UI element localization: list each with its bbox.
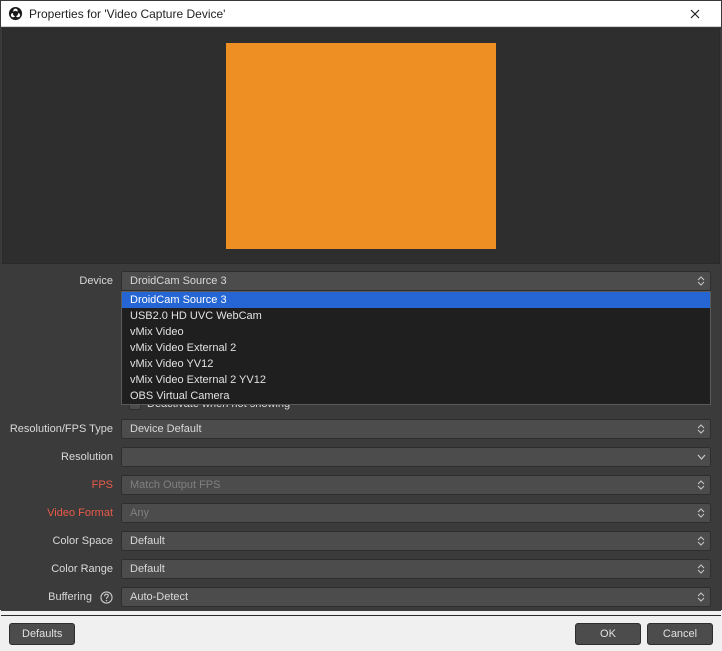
device-option[interactable]: DroidCam Source 3 <box>122 292 710 308</box>
stepper-icon <box>695 560 707 578</box>
stepper-icon <box>695 476 707 494</box>
fps-select[interactable]: Match Output FPS <box>121 475 711 495</box>
video-format-select[interactable]: Any <box>121 503 711 523</box>
defaults-button[interactable]: Defaults <box>9 623 75 645</box>
res-type-label: Resolution/FPS Type <box>9 423 121 435</box>
titlebar: Properties for 'Video Capture Device' <box>1 1 721 27</box>
device-label: Device <box>9 275 121 287</box>
fps-value: Match Output FPS <box>130 479 220 491</box>
buffering-select[interactable]: Auto-Detect <box>121 587 711 607</box>
res-type-select[interactable]: Device Default <box>121 419 711 439</box>
device-option[interactable]: vMix Video External 2 YV12 <box>122 372 710 388</box>
stepper-icon <box>695 504 707 522</box>
device-dropdown-list[interactable]: DroidCam Source 3 USB2.0 HD UVC WebCam v… <box>121 291 711 405</box>
button-bar: Defaults OK Cancel <box>1 615 721 651</box>
close-button[interactable] <box>675 2 715 26</box>
device-option[interactable]: USB2.0 HD UVC WebCam <box>122 308 710 324</box>
stepper-icon <box>695 420 707 438</box>
device-select[interactable]: DroidCam Source 3 <box>121 271 711 291</box>
stepper-icon <box>695 532 707 550</box>
stepper-icon <box>695 588 707 606</box>
buffering-value: Auto-Detect <box>130 591 188 603</box>
color-range-select[interactable]: Default <box>121 559 711 579</box>
device-option[interactable]: vMix Video YV12 <box>122 356 710 372</box>
video-preview <box>226 43 496 249</box>
device-option[interactable]: vMix Video External 2 <box>122 340 710 356</box>
device-select-value: DroidCam Source 3 <box>130 275 227 287</box>
resolution-select[interactable] <box>121 447 711 467</box>
resolution-label: Resolution <box>9 451 121 463</box>
chevron-down-icon <box>695 448 707 466</box>
ok-button[interactable]: OK <box>575 623 641 645</box>
buffering-label: Buffering <box>9 590 121 604</box>
preview-area <box>2 28 720 264</box>
color-range-label: Color Range <box>9 563 121 575</box>
res-type-value: Device Default <box>130 423 202 435</box>
cancel-button[interactable]: Cancel <box>647 623 713 645</box>
window-title: Properties for 'Video Capture Device' <box>29 7 675 21</box>
properties-panel: Device DroidCam Source 3 DroidCam Source… <box>1 265 721 615</box>
stepper-icon <box>695 272 707 290</box>
color-range-value: Default <box>130 563 165 575</box>
device-option[interactable]: vMix Video <box>122 324 710 340</box>
color-space-select[interactable]: Default <box>121 531 711 551</box>
buffering-label-text: Buffering <box>48 591 92 603</box>
help-icon[interactable] <box>99 590 113 604</box>
color-space-value: Default <box>130 535 165 547</box>
app-icon <box>7 6 23 22</box>
color-space-label: Color Space <box>9 535 121 547</box>
device-option[interactable]: OBS Virtual Camera <box>122 388 710 404</box>
video-format-value: Any <box>130 507 149 519</box>
video-format-label: Video Format <box>9 507 121 519</box>
fps-label: FPS <box>9 479 121 491</box>
